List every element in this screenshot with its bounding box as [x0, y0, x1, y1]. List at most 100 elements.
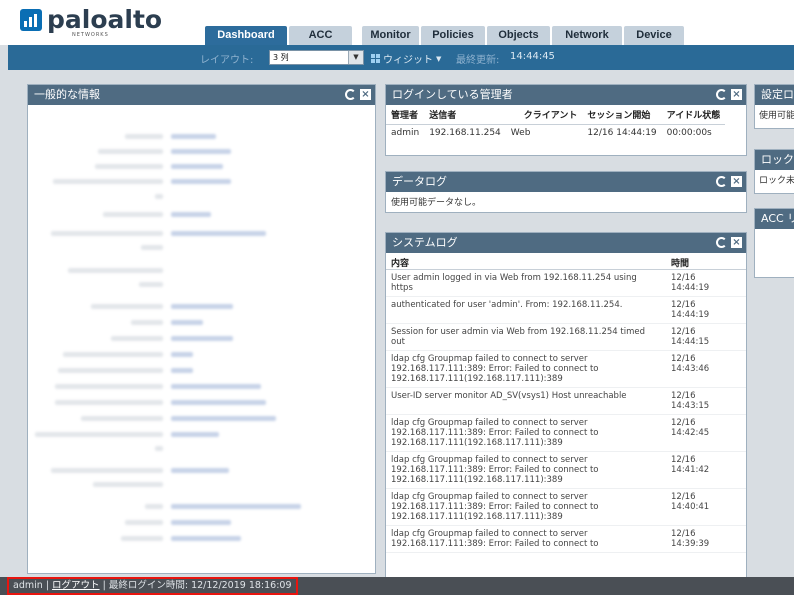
current-user: admin [13, 580, 43, 591]
widget-menu[interactable]: ウィジット ▼ [371, 51, 441, 66]
logged-in-admins-panel: ログインしている管理者 × 管理者 送信者 クライアント セッション開始 アイド… [385, 84, 747, 156]
log-message: User-ID server monitor AD_SV(vsys1) Host… [391, 391, 627, 401]
locks-panel: ロック ロック未 [754, 149, 794, 194]
info-row [28, 228, 373, 242]
tab-network[interactable]: Network [552, 26, 622, 45]
info-row [28, 349, 373, 363]
status-footer: admin | ログアウト | 最終ログイン時間: 12/12/2019 18:… [0, 577, 794, 595]
admins-table: 管理者 送信者 クライアント セッション開始 アイドル状態 admin 192.… [386, 105, 726, 142]
info-row [28, 479, 373, 493]
info-row [28, 131, 373, 145]
column-header: 送信者 [424, 105, 506, 125]
last-updated-label: 最終更新: [456, 55, 500, 66]
tab-policies[interactable]: Policies [421, 26, 485, 45]
close-icon[interactable]: × [731, 237, 742, 248]
tab-acc[interactable]: ACC [289, 26, 352, 45]
close-icon[interactable]: × [360, 89, 371, 100]
log-time: 12/16 14:40:41 [671, 492, 710, 512]
logout-link[interactable]: ログアウト [52, 580, 100, 591]
column-header: クライアント [505, 105, 583, 125]
refresh-icon[interactable] [716, 89, 727, 100]
refresh-icon[interactable] [716, 176, 727, 187]
info-row [28, 501, 373, 515]
info-row [28, 301, 373, 315]
close-icon[interactable]: × [731, 89, 742, 100]
config-logs-title: 設定ロ [755, 85, 794, 105]
info-row [28, 429, 373, 443]
table-row: User admin logged in via Web from 192.16… [386, 270, 746, 297]
info-row [28, 191, 373, 205]
log-message: ldap cfg Groupmap failed to connect to s… [391, 418, 599, 448]
widget-grid-icon [371, 54, 380, 63]
last-login-label: 最終ログイン時間: [108, 580, 189, 591]
logo-subtext: NETWORKS [72, 32, 109, 38]
log-message: ldap cfg Groupmap failed to connect to s… [391, 529, 599, 549]
system-log-header: システムログ × [386, 233, 746, 253]
separator: | [102, 580, 106, 591]
last-login-time: 12/12/2019 18:16:09 [191, 580, 292, 591]
log-message: Session for user admin via Web from 192.… [391, 327, 646, 347]
table-row: ldap cfg Groupmap failed to connect to s… [386, 526, 746, 553]
column-header: 時間 [671, 259, 690, 269]
admin-cell: admin [391, 128, 420, 138]
locks-title: ロック [755, 150, 794, 170]
info-row [28, 209, 373, 223]
acc-risk-title: ACC リ [755, 209, 794, 229]
log-time: 12/16 14:43:15 [671, 391, 710, 411]
layout-select[interactable]: 3 列 ▼ [269, 50, 364, 65]
chevron-down-icon: ▼ [348, 51, 363, 64]
general-info-title: 一般的な情報 [34, 88, 100, 101]
table-row: ldap cfg Groupmap failed to connect to s… [386, 489, 746, 526]
info-row [28, 242, 373, 256]
info-row [28, 517, 373, 531]
table-row: ldap cfg Groupmap failed to connect to s… [386, 351, 746, 388]
info-row [28, 161, 373, 175]
column-header: 管理者 [386, 105, 425, 125]
page: paloalto NETWORKS Dashboard ACC Monitor … [0, 0, 794, 595]
system-log-panel: システムログ × 内容 時間 User admin logged in via … [385, 232, 747, 578]
general-info-panel: 一般的な情報 × [27, 84, 376, 574]
paloalto-logo-icon [20, 9, 42, 31]
table-row: ldap cfg Groupmap failed to connect to s… [386, 452, 746, 489]
login-info-highlight: admin | ログアウト | 最終ログイン時間: 12/12/2019 18:… [7, 577, 298, 595]
data-log-title: データログ [392, 175, 447, 188]
log-time: 12/16 14:42:45 [671, 418, 710, 438]
data-log-empty-text: 使用可能データなし。 [391, 198, 482, 208]
column-header: 内容 [391, 259, 410, 269]
info-row [28, 333, 373, 347]
log-time: 12/16 14:44:15 [671, 327, 710, 347]
info-row [28, 279, 373, 293]
from-cell: 192.168.11.254 [429, 128, 501, 138]
header: paloalto NETWORKS Dashboard ACC Monitor … [0, 0, 794, 45]
tab-objects[interactable]: Objects [487, 26, 550, 45]
config-logs-panel: 設定ロ 使用可能 [754, 84, 794, 129]
tab-device[interactable]: Device [624, 26, 684, 45]
tab-monitor[interactable]: Monitor [362, 26, 419, 45]
tab-dashboard[interactable]: Dashboard [205, 26, 287, 45]
logo-text: paloalto [47, 5, 163, 34]
close-icon[interactable]: × [731, 176, 742, 187]
info-row [28, 533, 373, 547]
logged-in-admins-header: ログインしている管理者 × [386, 85, 746, 105]
client-cell: Web [510, 128, 531, 138]
refresh-icon[interactable] [716, 237, 727, 248]
column-header: セッション開始 [582, 105, 662, 125]
dashboard-toolbar: レイアウト: 3 列 ▼ ウィジット ▼ 最終更新: 14:44:45 [8, 45, 794, 70]
session-start-cell: 12/16 14:44:19 [587, 128, 657, 138]
general-info-header: 一般的な情報 × [28, 85, 375, 105]
system-log-list: User admin logged in via Web from 192.16… [386, 270, 746, 553]
log-time: 12/16 14:44:19 [671, 300, 710, 320]
main-tabs: Dashboard ACC Monitor Policies Objects N… [205, 26, 686, 45]
info-row [28, 265, 373, 279]
log-message: ldap cfg Groupmap failed to connect to s… [391, 354, 599, 384]
logo: paloalto [20, 7, 162, 33]
log-time: 12/16 14:43:46 [671, 354, 710, 374]
system-log-columns: 内容 時間 [386, 253, 746, 270]
info-row [28, 176, 373, 190]
table-row: admin 192.168.11.254 Web 12/16 14:44:19 … [386, 125, 725, 142]
refresh-icon[interactable] [345, 89, 356, 100]
column-header: アイドル状態 [661, 105, 726, 125]
info-row [28, 443, 373, 457]
log-message: User admin logged in via Web from 192.16… [391, 273, 637, 293]
table-row: authenticated for user 'admin'. From: 19… [386, 297, 746, 324]
